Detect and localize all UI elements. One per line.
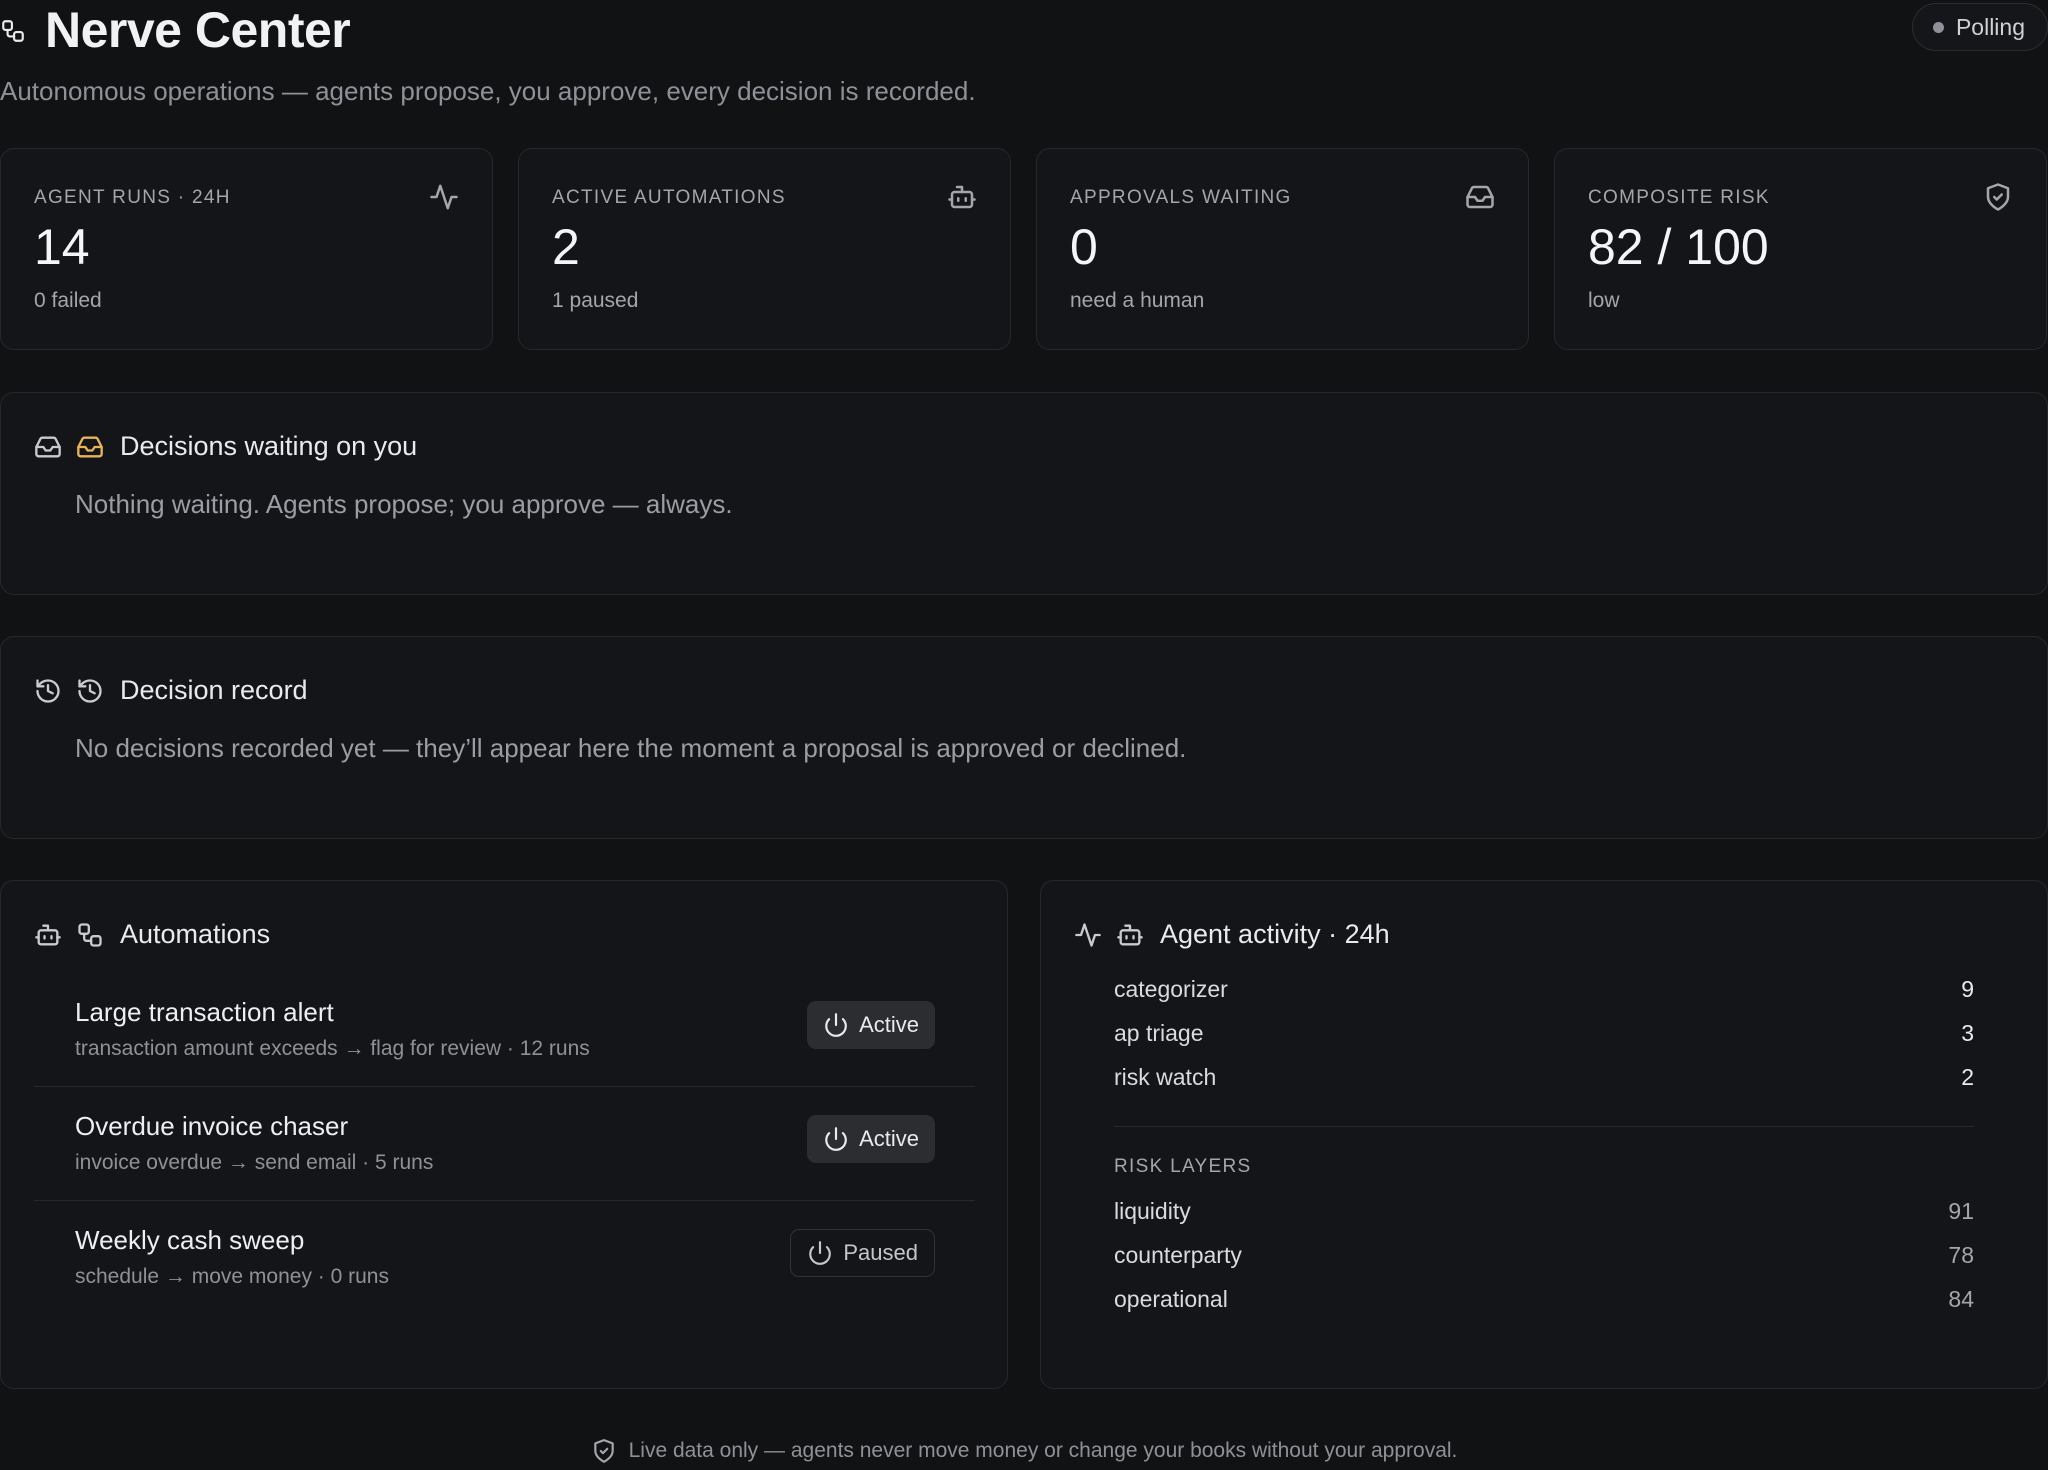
stat-sub: need a human bbox=[1070, 289, 1205, 312]
stat-card-agent-runs: AGENT RUNS · 24H 14 0 failed bbox=[0, 148, 493, 350]
bot-icon bbox=[947, 182, 977, 212]
inbox-icon bbox=[1465, 182, 1495, 212]
polling-status-badge[interactable]: Polling bbox=[1911, 3, 2048, 51]
shield-check-icon bbox=[591, 1438, 617, 1464]
footer-text: Live data only — agents never move money… bbox=[628, 1439, 1458, 1462]
agent-name: risk watch bbox=[1114, 1064, 1217, 1090]
stat-value: 0 bbox=[1070, 219, 1098, 275]
approvals-panel: Decisions waiting on you Nothing waiting… bbox=[0, 392, 2048, 595]
automation-toggle-button[interactable]: Active bbox=[807, 1115, 935, 1163]
automation-status-label: Paused bbox=[843, 1240, 918, 1265]
status-dot-icon bbox=[1932, 21, 1944, 33]
stat-card-approvals-waiting: APPROVALS WAITING 0 need a human bbox=[1036, 148, 1529, 350]
agent-count: 2 bbox=[1961, 1064, 1974, 1090]
page-title: Nerve Center bbox=[45, 2, 351, 58]
risk-layer-row: counterparty 78 bbox=[1114, 1242, 1974, 1269]
polling-label: Polling bbox=[1955, 13, 2025, 40]
stat-sub: low bbox=[1588, 289, 1620, 312]
automation-meta: transaction amount exceeds → flag for re… bbox=[75, 1037, 590, 1060]
stat-label: APPROVALS WAITING bbox=[1070, 187, 1292, 208]
activity-icon bbox=[429, 182, 459, 212]
bot-icon bbox=[34, 921, 62, 949]
automation-toggle-button[interactable]: Paused bbox=[790, 1229, 935, 1277]
agent-count: 3 bbox=[1961, 1020, 1974, 1046]
agent-activity-header: Agent activity · 24h bbox=[1074, 919, 1390, 950]
stat-card-active-automations: ACTIVE AUTOMATIONS 2 1 paused bbox=[518, 148, 1011, 350]
decision-record-panel: Decision record No decisions recorded ye… bbox=[0, 636, 2048, 839]
decision-record-title: Decision record bbox=[120, 675, 308, 705]
automations-panel: Automations Large transaction alert tran… bbox=[0, 880, 1008, 1389]
automation-status-label: Active bbox=[859, 1012, 919, 1037]
agent-count: 9 bbox=[1961, 976, 1974, 1002]
workflow-icon bbox=[0, 18, 26, 44]
stat-value: 14 bbox=[34, 219, 90, 275]
history-icon bbox=[76, 677, 104, 705]
risk-layers-label: RISK LAYERS bbox=[1114, 1156, 1252, 1177]
power-icon bbox=[823, 1012, 849, 1038]
stat-label: COMPOSITE RISK bbox=[1588, 187, 1770, 208]
stat-value: 82 / 100 bbox=[1588, 219, 1769, 275]
stat-label: AGENT RUNS · 24H bbox=[34, 187, 231, 208]
stat-label: ACTIVE AUTOMATIONS bbox=[552, 187, 786, 208]
automation-name: Large transaction alert bbox=[75, 997, 334, 1027]
automation-row: Overdue invoice chaser invoice overdue →… bbox=[34, 1087, 975, 1201]
risk-layer-score: 91 bbox=[1948, 1198, 1974, 1224]
automation-meta: invoice overdue → send email · 5 runs bbox=[75, 1151, 434, 1174]
automations-header: Automations bbox=[34, 919, 270, 950]
risk-layer-row: liquidity 91 bbox=[1114, 1198, 1974, 1225]
agent-activity-panel: Agent activity · 24h categorizer 9 ap tr… bbox=[1040, 880, 2048, 1389]
inbox-icon bbox=[34, 433, 62, 461]
workflow-icon bbox=[76, 921, 104, 949]
stat-sub: 0 failed bbox=[34, 289, 102, 312]
power-icon bbox=[807, 1240, 833, 1266]
inbox-accent-icon bbox=[76, 433, 104, 461]
power-icon bbox=[823, 1126, 849, 1152]
stat-sub: 1 paused bbox=[552, 289, 639, 312]
agent-row: risk watch 2 bbox=[1114, 1064, 1974, 1091]
approvals-empty-message: Nothing waiting. Agents propose; you app… bbox=[75, 489, 733, 519]
agent-row: categorizer 9 bbox=[1114, 976, 1974, 1003]
approvals-panel-header: Decisions waiting on you bbox=[34, 431, 417, 462]
risk-layer-row: operational 84 bbox=[1114, 1286, 1974, 1313]
agent-activity-title: Agent activity · 24h bbox=[1160, 919, 1390, 949]
automation-meta: schedule → move money · 0 runs bbox=[75, 1265, 389, 1288]
automation-toggle-button[interactable]: Active bbox=[807, 1001, 935, 1049]
agent-row: ap triage 3 bbox=[1114, 1020, 1974, 1047]
automation-row: Large transaction alert transaction amou… bbox=[34, 973, 975, 1087]
stat-value: 2 bbox=[552, 219, 580, 275]
agent-name: ap triage bbox=[1114, 1020, 1204, 1046]
approvals-title: Decisions waiting on you bbox=[120, 431, 418, 461]
shield-check-icon bbox=[1983, 182, 2013, 212]
section-divider bbox=[1114, 1126, 1974, 1127]
activity-icon bbox=[1074, 921, 1102, 949]
stat-card-composite-risk: COMPOSITE RISK 82 / 100 low bbox=[1554, 148, 2047, 350]
risk-layer-score: 78 bbox=[1948, 1242, 1974, 1268]
automation-name: Weekly cash sweep bbox=[75, 1225, 305, 1255]
risk-layer-score: 84 bbox=[1948, 1286, 1974, 1312]
page-header: Nerve Center Autonomous operations — age… bbox=[0, 0, 2048, 110]
risk-layer-name: operational bbox=[1114, 1286, 1228, 1312]
automation-status-label: Active bbox=[859, 1126, 919, 1151]
decision-record-empty-message: No decisions recorded yet — they’ll appe… bbox=[75, 733, 1187, 763]
agent-name: categorizer bbox=[1114, 976, 1228, 1002]
automation-row: Weekly cash sweep schedule → move money … bbox=[34, 1201, 975, 1315]
page-subtitle: Autonomous operations — agents propose, … bbox=[0, 76, 976, 106]
footer-notice: Live data only — agents never move money… bbox=[0, 1438, 2048, 1464]
history-icon bbox=[34, 677, 62, 705]
bot-icon bbox=[1116, 921, 1144, 949]
automation-name: Overdue invoice chaser bbox=[75, 1111, 349, 1141]
risk-layer-name: liquidity bbox=[1114, 1198, 1191, 1224]
automations-title: Automations bbox=[120, 919, 271, 949]
decision-record-header: Decision record bbox=[34, 675, 308, 706]
risk-layer-name: counterparty bbox=[1114, 1242, 1242, 1268]
